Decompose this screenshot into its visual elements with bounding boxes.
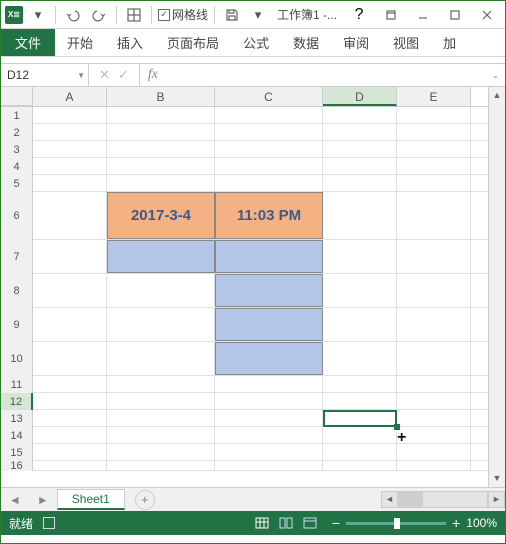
view-pagelayout-button[interactable]: [274, 514, 298, 532]
row-5[interactable]: 5: [1, 175, 33, 192]
row-12[interactable]: 12: [1, 393, 33, 410]
formula-expand-button[interactable]: ⌄: [485, 70, 505, 81]
name-box[interactable]: D12 ▼: [1, 64, 89, 86]
row-6[interactable]: 6: [1, 192, 33, 240]
zoom-in-button[interactable]: +: [452, 515, 460, 531]
view-normal-button[interactable]: [250, 514, 274, 532]
redo-button[interactable]: [88, 4, 110, 26]
cell-C9[interactable]: [215, 308, 323, 341]
tab-insert[interactable]: 插入: [105, 29, 155, 56]
qat-dropdown[interactable]: ▾: [27, 4, 49, 26]
scroll-down-button[interactable]: ▼: [489, 470, 505, 487]
row-4[interactable]: 4: [1, 158, 33, 175]
save-dropdown[interactable]: ▾: [247, 4, 269, 26]
hscroll-left-button[interactable]: ◄: [381, 491, 398, 508]
borders-button[interactable]: [123, 4, 145, 26]
row-3[interactable]: 3: [1, 141, 33, 158]
hscroll-right-button[interactable]: ►: [488, 491, 505, 508]
col-E[interactable]: E: [397, 87, 471, 106]
col-C[interactable]: C: [215, 87, 323, 106]
gridlines-checkbox[interactable]: ✓ 网格线: [158, 6, 208, 23]
hscroll-track[interactable]: [398, 491, 488, 508]
tab-view[interactable]: 视图: [381, 29, 431, 56]
gridlines-label: 网格线: [172, 6, 208, 23]
tab-formulas[interactable]: 公式: [231, 29, 281, 56]
help-button[interactable]: ?: [345, 4, 373, 26]
sheet-nav-prev[interactable]: ◄: [1, 493, 29, 507]
row-13[interactable]: 13: [1, 410, 33, 427]
row-15[interactable]: 15: [1, 444, 33, 461]
row-2[interactable]: 2: [1, 124, 33, 141]
cell-B7[interactable]: [107, 240, 215, 273]
grid-body[interactable]: 1 2 3 4 5 62017-3-411:03 PM 7 8 9 10 11 …: [1, 107, 505, 471]
col-D[interactable]: D: [323, 87, 397, 106]
save-button[interactable]: [221, 4, 243, 26]
tab-home[interactable]: 开始: [55, 29, 105, 56]
minimize-button[interactable]: [409, 4, 437, 26]
tab-pagelayout[interactable]: 页面布局: [155, 29, 231, 56]
view-pagebreak-button[interactable]: [298, 514, 322, 532]
ribbon-display-button[interactable]: [377, 4, 405, 26]
cell-C8[interactable]: [215, 274, 323, 307]
select-all-corner[interactable]: [1, 87, 33, 106]
row-9[interactable]: 9: [1, 308, 33, 342]
zoom-slider[interactable]: [346, 522, 446, 525]
row-7[interactable]: 7: [1, 240, 33, 274]
undo-button[interactable]: [62, 4, 84, 26]
vertical-scrollbar[interactable]: ▲ ▼: [488, 87, 505, 487]
cell-C6[interactable]: 11:03 PM: [215, 192, 323, 239]
cell-C10[interactable]: [215, 342, 323, 375]
tab-data[interactable]: 数据: [281, 29, 331, 56]
maximize-button[interactable]: [441, 4, 469, 26]
accept-formula-icon: ✓: [118, 67, 129, 83]
col-B[interactable]: B: [107, 87, 215, 106]
fx-label[interactable]: fx: [140, 67, 158, 83]
row-14[interactable]: 14: [1, 427, 33, 444]
tab-review[interactable]: 审阅: [331, 29, 381, 56]
close-button[interactable]: [473, 4, 501, 26]
macro-record-icon[interactable]: [43, 517, 55, 529]
file-tab[interactable]: 文件: [1, 29, 55, 56]
hscroll-thumb[interactable]: [399, 492, 423, 507]
row-1[interactable]: 1: [1, 107, 33, 124]
sheet-tab-active[interactable]: Sheet1: [57, 489, 125, 510]
cancel-formula-icon: ✕: [99, 67, 110, 83]
cell-B6[interactable]: 2017-3-4: [107, 192, 215, 239]
zoom-out-button[interactable]: −: [332, 515, 340, 531]
row-8[interactable]: 8: [1, 274, 33, 308]
tab-addins[interactable]: 加: [431, 29, 468, 56]
zoom-level[interactable]: 100%: [466, 516, 497, 530]
scroll-up-button[interactable]: ▲: [489, 87, 505, 104]
app-icon: X≣: [5, 6, 23, 24]
cell-C7[interactable]: [215, 240, 323, 273]
row-10[interactable]: 10: [1, 342, 33, 376]
document-title: 工作簿1 -...: [277, 6, 337, 23]
add-sheet-button[interactable]: +: [135, 490, 155, 510]
row-11[interactable]: 11: [1, 376, 33, 393]
sheet-nav-next[interactable]: ►: [29, 493, 57, 507]
cursor-icon: +: [397, 429, 406, 447]
col-A[interactable]: A: [33, 87, 107, 106]
status-ready: 就绪: [9, 515, 33, 532]
row-16[interactable]: 16: [1, 461, 33, 471]
